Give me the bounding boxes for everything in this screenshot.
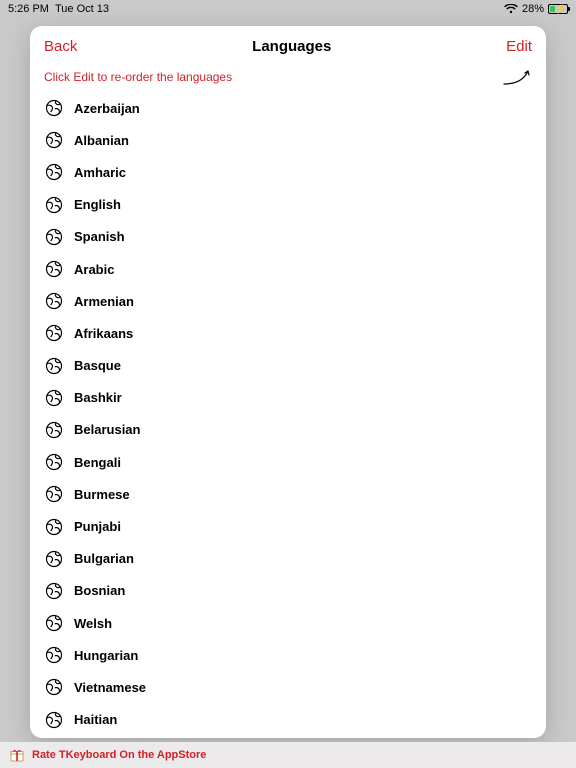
hint-arrow-icon <box>502 68 532 86</box>
language-label: Burmese <box>74 487 130 502</box>
language-label: Hungarian <box>74 648 138 663</box>
hint-row: Click Edit to re-order the languages <box>30 66 546 92</box>
language-label: Arabic <box>74 262 114 277</box>
globe-icon <box>44 549 64 569</box>
globe-icon <box>44 613 64 633</box>
language-label: Belarusian <box>74 422 140 437</box>
list-item[interactable]: Bulgarian <box>30 543 546 575</box>
language-label: Spanish <box>74 229 125 244</box>
language-label: Bosnian <box>74 583 125 598</box>
language-label: Welsh <box>74 616 112 631</box>
list-item[interactable]: Galician <box>30 736 546 738</box>
language-label: Haitian <box>74 712 117 727</box>
globe-icon <box>44 484 64 504</box>
language-label: Amharic <box>74 165 126 180</box>
language-label: Vietnamese <box>74 680 146 695</box>
globe-icon <box>44 98 64 118</box>
page-title: Languages <box>77 38 506 55</box>
language-label: Albanian <box>74 133 129 148</box>
language-list[interactable]: Azerbaijan Albanian Amharic English Span… <box>30 92 546 738</box>
battery-icon: ⚡ <box>548 4 568 14</box>
language-label: Azerbaijan <box>74 101 140 116</box>
globe-icon <box>44 259 64 279</box>
list-item[interactable]: Amharic <box>30 156 546 188</box>
list-item[interactable]: Afrikaans <box>30 317 546 349</box>
language-label: Afrikaans <box>74 326 133 341</box>
globe-icon <box>44 323 64 343</box>
languages-modal: Back Languages Edit Click Edit to re-ord… <box>30 26 546 738</box>
list-item[interactable]: Azerbaijan <box>30 92 546 124</box>
globe-icon <box>44 291 64 311</box>
list-item[interactable]: Armenian <box>30 285 546 317</box>
footer-banner[interactable]: Rate TKeyboard On the AppStore <box>0 742 576 768</box>
footer-text: Rate TKeyboard On the AppStore <box>32 749 206 761</box>
list-item[interactable]: Arabic <box>30 253 546 285</box>
hint-text: Click Edit to re-order the languages <box>44 70 232 84</box>
globe-icon <box>44 677 64 697</box>
gift-icon <box>10 748 24 762</box>
list-item[interactable]: Punjabi <box>30 510 546 542</box>
list-item[interactable]: Vietnamese <box>30 671 546 703</box>
globe-icon <box>44 581 64 601</box>
status-time: 5:26 PM <box>8 3 49 15</box>
edit-button[interactable]: Edit <box>506 38 532 55</box>
globe-icon <box>44 452 64 472</box>
globe-icon <box>44 227 64 247</box>
language-label: Basque <box>74 358 121 373</box>
list-item[interactable]: Albanian <box>30 124 546 156</box>
list-item[interactable]: Bosnian <box>30 575 546 607</box>
list-item[interactable]: Bashkir <box>30 382 546 414</box>
list-item[interactable]: Basque <box>30 350 546 382</box>
globe-icon <box>44 517 64 537</box>
list-item[interactable]: Hungarian <box>30 639 546 671</box>
language-label: Bulgarian <box>74 551 134 566</box>
language-label: Bengali <box>74 455 121 470</box>
status-date: Tue Oct 13 <box>55 3 109 15</box>
list-item[interactable]: Bengali <box>30 446 546 478</box>
language-label: Armenian <box>74 294 134 309</box>
language-label: Bashkir <box>74 390 122 405</box>
battery-percent: 28% <box>522 3 544 15</box>
list-item[interactable]: Burmese <box>30 478 546 510</box>
language-label: English <box>74 197 121 212</box>
nav-bar: Back Languages Edit <box>30 26 546 66</box>
list-item[interactable]: Spanish <box>30 221 546 253</box>
globe-icon <box>44 162 64 182</box>
globe-icon <box>44 356 64 376</box>
list-item[interactable]: Haitian <box>30 704 546 736</box>
wifi-icon <box>504 4 518 14</box>
back-button[interactable]: Back <box>44 38 77 55</box>
language-label: Punjabi <box>74 519 121 534</box>
list-item[interactable]: Welsh <box>30 607 546 639</box>
globe-icon <box>44 645 64 665</box>
globe-icon <box>44 388 64 408</box>
globe-icon <box>44 130 64 150</box>
list-item[interactable]: Belarusian <box>30 414 546 446</box>
status-bar: 5:26 PM Tue Oct 13 28% ⚡ <box>0 0 576 18</box>
list-item[interactable]: English <box>30 189 546 221</box>
globe-icon <box>44 195 64 215</box>
globe-icon <box>44 420 64 440</box>
globe-icon <box>44 710 64 730</box>
